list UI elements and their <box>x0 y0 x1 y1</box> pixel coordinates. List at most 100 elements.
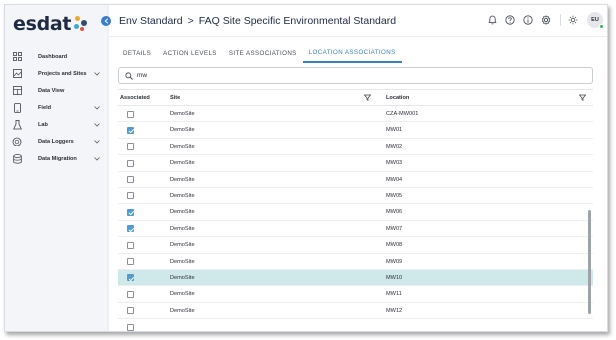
breadcrumb-current: FAQ Site Specific Environmental Standard <box>198 14 397 27</box>
app-window: esdat Dashboard Projects and Sites Data … <box>4 4 608 332</box>
sidebar-item-data-loggers[interactable]: Data Loggers <box>5 133 107 150</box>
table-row[interactable]: DemoSite MW03 <box>118 155 593 172</box>
sidebar-item-data-migration[interactable]: Data Migration <box>5 150 107 167</box>
breadcrumb: Env Standard > FAQ Site Specific Environ… <box>109 15 396 27</box>
sidebar-item-data-view[interactable]: Data View <box>5 82 107 99</box>
grid-header: Associated Site Location <box>118 90 593 106</box>
column-header-site[interactable]: Site <box>170 95 180 101</box>
tab-location-associations[interactable]: LOCATION ASSOCIATIONS <box>302 43 402 63</box>
chevron-left-icon <box>104 18 108 24</box>
chevron-down-icon <box>93 105 101 110</box>
table-row[interactable]: DemoSite MW05 <box>118 188 593 205</box>
chevron-down-icon <box>93 122 101 127</box>
filter-icon[interactable] <box>364 94 371 101</box>
associated-checkbox[interactable] <box>127 307 134 315</box>
search-icon <box>125 67 133 85</box>
location-cell: MW11 <box>386 291 402 298</box>
sidebar-item-projects-and-sites[interactable]: Projects and Sites <box>5 65 107 82</box>
sidebar-item-label: Lab <box>38 121 48 128</box>
table-row[interactable]: DemoSite MW07 <box>118 221 593 238</box>
table-row[interactable]: DemoSite MW01 <box>118 122 593 139</box>
site-cell: DemoSite <box>170 274 195 281</box>
map-icon <box>11 68 23 80</box>
location-cell: MW06 <box>386 209 403 216</box>
tab-site-associations[interactable]: SITE ASSOCIATIONS <box>223 43 303 63</box>
associated-checkbox[interactable] <box>127 110 134 118</box>
brand-name: esdat <box>13 13 72 35</box>
site-cell: DemoSite <box>170 225 195 232</box>
mobile-icon <box>11 102 23 114</box>
associated-checkbox[interactable] <box>127 143 134 151</box>
site-cell: DemoSite <box>170 258 195 265</box>
associated-checkbox[interactable] <box>127 241 134 249</box>
table-row[interactable]: DemoSite MW04 <box>118 172 593 188</box>
table-row[interactable]: DemoSite MW09 <box>118 254 593 270</box>
location-grid: Associated Site Location DemoSite CZA-MW0… <box>118 89 593 331</box>
grid-icon <box>11 51 23 63</box>
sidebar-item-label: Data View <box>38 87 65 94</box>
associated-checkbox[interactable] <box>127 176 134 184</box>
location-cell: MW04 <box>386 176 403 183</box>
table-row[interactable]: DemoSite MW10 <box>118 269 593 287</box>
bell-icon[interactable] <box>486 14 498 26</box>
associated-checkbox[interactable] <box>127 225 134 233</box>
sidebar: esdat Dashboard Projects and Sites Data … <box>5 5 107 331</box>
associated-checkbox[interactable] <box>127 192 134 200</box>
sidebar-item-field[interactable]: Field <box>5 99 107 116</box>
location-cell: MW02 <box>386 143 403 150</box>
site-cell: DemoSite <box>170 307 195 314</box>
breadcrumb-root[interactable]: Env Standard <box>119 15 183 27</box>
location-cell: MW09 <box>386 258 403 265</box>
table-row[interactable]: DemoSite MW11 <box>118 286 593 303</box>
top-header: Env Standard > FAQ Site Specific Environ… <box>109 5 607 37</box>
column-header-location[interactable]: Location <box>386 95 409 101</box>
search-input[interactable] <box>137 72 577 79</box>
site-cell: DemoSite <box>170 111 195 117</box>
sidebar-item-label: Field <box>38 104 52 111</box>
brand-logo[interactable]: esdat <box>13 11 88 37</box>
site-cell: DemoSite <box>170 127 195 134</box>
tab-details[interactable]: DETAILS <box>117 43 157 63</box>
location-cell: MW05 <box>386 192 403 199</box>
header-divider <box>560 14 561 26</box>
sidebar-item-dashboard[interactable]: Dashboard <box>5 48 107 65</box>
associated-checkbox[interactable] <box>127 290 134 298</box>
associated-checkbox[interactable] <box>127 323 134 331</box>
table-row[interactable]: DemoSite MW06 <box>118 204 593 221</box>
breadcrumb-separator: > <box>187 14 194 27</box>
help-icon[interactable] <box>504 14 516 26</box>
database-icon <box>11 153 23 165</box>
theme-icon[interactable] <box>567 14 579 26</box>
table-row[interactable]: DemoSite MW02 <box>118 139 593 156</box>
table-row[interactable]: DemoSite MW08 <box>118 237 593 254</box>
associated-checkbox[interactable] <box>127 126 134 134</box>
tab-action-levels[interactable]: ACTION LEVELS <box>157 43 223 63</box>
online-status-dot <box>599 24 604 29</box>
associated-checkbox[interactable] <box>127 159 134 167</box>
site-cell: DemoSite <box>170 291 195 298</box>
location-cell: MW10 <box>386 274 403 281</box>
associated-checkbox[interactable] <box>127 208 134 216</box>
header-actions: EU <box>480 12 604 29</box>
settings-icon[interactable] <box>540 14 552 26</box>
location-cell: MW07 <box>386 225 403 232</box>
column-header-associated[interactable]: Associated <box>120 95 150 101</box>
info-icon[interactable] <box>522 14 534 26</box>
location-cell: MW03 <box>386 160 403 167</box>
location-cell: MW01 <box>386 127 403 134</box>
grid-scrollbar[interactable] <box>588 210 591 314</box>
table-row[interactable]: DemoSite CZA-MW001 <box>118 106 593 123</box>
site-cell: DemoSite <box>170 176 195 183</box>
table-row[interactable]: DemoSite MW12 <box>118 303 593 320</box>
avatar[interactable]: EU <box>587 12 604 29</box>
sidebar-item-label: Dashboard <box>38 53 68 60</box>
location-cell: MW12 <box>386 307 403 314</box>
chevron-down-icon <box>93 139 101 144</box>
filter-icon[interactable] <box>579 94 586 101</box>
sidebar-item-lab[interactable]: Lab <box>5 116 107 133</box>
table-row[interactable] <box>118 319 593 331</box>
associated-checkbox[interactable] <box>127 258 134 266</box>
sidebar-collapse-button[interactable] <box>101 16 111 26</box>
associated-checkbox[interactable] <box>127 274 134 282</box>
site-cell: DemoSite <box>170 160 195 167</box>
